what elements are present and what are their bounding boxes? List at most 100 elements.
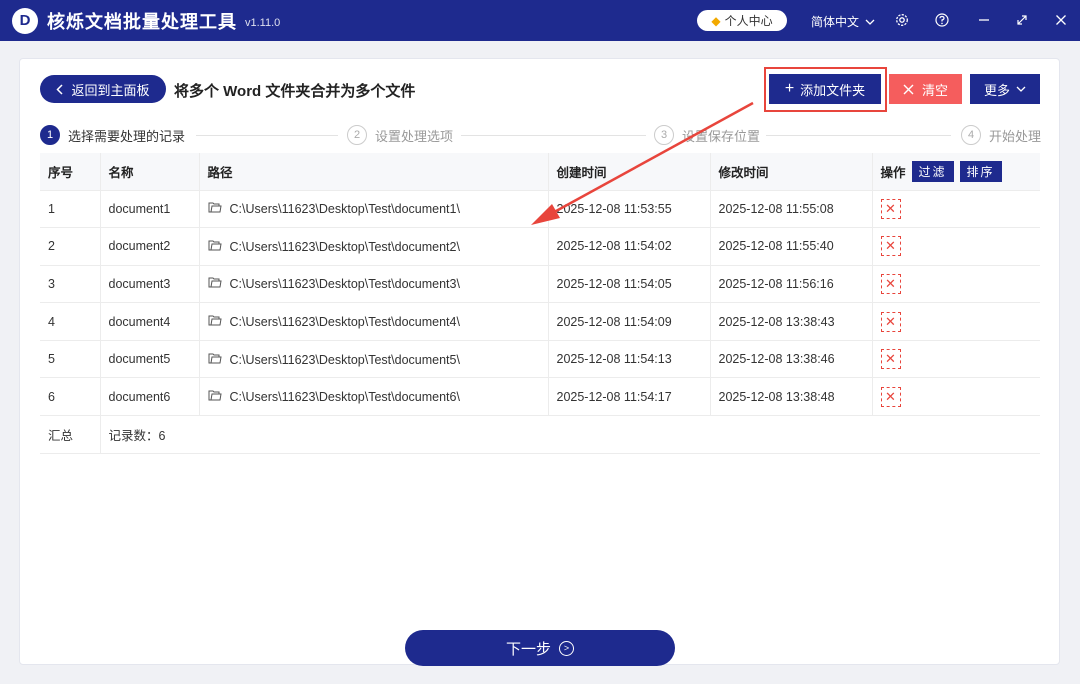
step-connector	[196, 135, 338, 136]
cell-name: document3	[100, 265, 200, 304]
cell-name: document5	[100, 340, 200, 379]
language-label: 简体中文	[811, 15, 860, 29]
delete-row-button[interactable]: ✕	[880, 236, 901, 257]
step-label: 选择需要处理的记录	[68, 128, 186, 144]
delete-row-button[interactable]: ✕	[880, 198, 901, 219]
chevron-left-icon	[56, 83, 64, 95]
folder-icon	[208, 201, 222, 216]
chevron-down-icon	[865, 19, 875, 25]
cell-modified: 2025-12-08 11:55:08	[710, 190, 873, 229]
cell-operation: ✕	[872, 377, 1040, 417]
cell-path: C:\Users\11623\Desktop\Test\document6\	[199, 377, 549, 417]
cell-path: C:\Users\11623\Desktop\Test\document5\	[199, 340, 549, 379]
app-title: 核烁文档批量处理工具	[47, 11, 237, 32]
cell-name: document1	[100, 190, 200, 229]
path-text: C:\Users\11623\Desktop\Test\document2\	[229, 239, 460, 254]
col-name-header: 名称	[100, 153, 200, 191]
step-connector	[461, 135, 646, 136]
user-center-button[interactable]: ◆ 个人中心	[697, 10, 787, 31]
table-row[interactable]: 1 document1 C:\Users\11623\Desktop\Test\do…	[40, 190, 1040, 229]
vip-diamond-icon: ◆	[711, 13, 721, 28]
cell-index: 4	[40, 302, 101, 341]
maximize-icon[interactable]	[1014, 12, 1030, 28]
delete-row-button[interactable]: ✕	[880, 349, 901, 370]
chevron-down-icon	[1016, 86, 1026, 92]
folder-icon	[208, 239, 222, 254]
title-bar: D 核烁文档批量处理工具 v1.11.0 ◆ 个人中心 简体中文	[0, 0, 1080, 41]
chevron-right-circle-icon: >	[559, 640, 574, 656]
table-row[interactable]: 3 document3 C:\Users\11623\Desktop\Test\do…	[40, 265, 1040, 304]
cell-operation: ✕	[872, 190, 1040, 229]
cell-path: C:\Users\11623\Desktop\Test\document3\	[199, 265, 549, 304]
close-icon[interactable]	[1053, 12, 1069, 28]
cell-index: 5	[40, 340, 101, 379]
summary-label: 汇总	[40, 415, 101, 454]
folder-icon	[208, 314, 222, 329]
cell-modified: 2025-12-08 11:55:40	[710, 227, 873, 266]
clear-label: 清空	[921, 82, 948, 98]
cell-index: 1	[40, 190, 101, 229]
cell-modified: 2025-12-08 13:38:48	[710, 377, 873, 417]
table-row[interactable]: 4 document4 C:\Users\11623\Desktop\Test\do…	[40, 302, 1040, 341]
cell-path: C:\Users\11623\Desktop\Test\document2\	[199, 227, 549, 266]
folder-icon	[208, 276, 222, 291]
step-label: 设置保存位置	[682, 128, 761, 144]
path-text: C:\Users\11623\Desktop\Test\document1\	[229, 202, 460, 217]
settings-gear-icon[interactable]	[894, 12, 910, 28]
cell-path: C:\Users\11623\Desktop\Test\document4\	[199, 302, 549, 341]
path-text: C:\Users\11623\Desktop\Test\document3\	[229, 277, 460, 292]
path-text: C:\Users\11623\Desktop\Test\document4\	[229, 315, 460, 330]
app-logo: D	[12, 7, 38, 34]
add-folder-button[interactable]: + 添加文件夹	[769, 74, 881, 104]
folder-icon	[208, 352, 222, 367]
cell-path: C:\Users\11623\Desktop\Test\document1\	[199, 190, 549, 229]
minimize-icon[interactable]	[976, 12, 992, 28]
delete-row-button[interactable]: ✕	[880, 311, 901, 332]
step-start-processing: 4 开始处理	[961, 125, 1041, 145]
help-icon[interactable]	[934, 12, 950, 28]
back-label: 返回到主面板	[71, 82, 150, 98]
table-row[interactable]: 5 document5 C:\Users\11623\Desktop\Test\do…	[40, 340, 1040, 379]
col-index-header: 序号	[40, 153, 101, 191]
step-connector	[766, 135, 951, 136]
more-dropdown-button[interactable]: 更多	[970, 74, 1040, 104]
step-number: 3	[654, 125, 674, 145]
user-center-label: 个人中心	[724, 14, 773, 28]
cell-operation: ✕	[872, 227, 1040, 266]
cell-modified: 2025-12-08 11:56:16	[710, 265, 873, 304]
table-row[interactable]: 2 document2 C:\Users\11623\Desktop\Test\do…	[40, 227, 1040, 266]
next-step-button[interactable]: 下一步 >	[405, 630, 675, 666]
more-label: 更多	[983, 82, 1010, 98]
delete-row-button[interactable]: ✕	[880, 273, 901, 294]
back-to-main-button[interactable]: 返回到主面板	[40, 75, 166, 103]
page-title: 将多个 Word 文件夹合并为多个文件	[174, 83, 416, 100]
cell-created: 2025-12-08 11:54:17	[548, 377, 711, 417]
x-icon	[903, 84, 914, 94]
step-processing-options: 2 设置处理选项	[347, 125, 453, 145]
summary-count: 记录数：6	[100, 415, 1040, 454]
delete-row-button[interactable]: ✕	[880, 386, 901, 407]
step-number: 2	[347, 125, 367, 145]
app-version: v1.11.0	[245, 16, 281, 29]
col-modified-header: 修改时间	[710, 153, 873, 191]
table-row[interactable]: 6 document6 C:\Users\11623\Desktop\Test\do…	[40, 377, 1040, 417]
clear-button[interactable]: 清空	[889, 74, 962, 104]
cell-created: 2025-12-08 11:54:13	[548, 340, 711, 379]
next-label: 下一步	[505, 640, 551, 658]
add-folder-label: 添加文件夹	[800, 82, 866, 98]
step-number: 1	[40, 125, 60, 145]
cell-operation: ✕	[872, 302, 1040, 341]
language-select[interactable]: 简体中文	[811, 13, 875, 30]
filter-button[interactable]: 过滤	[911, 160, 954, 182]
cell-index: 2	[40, 227, 101, 266]
step-select-records: 1 选择需要处理的记录	[40, 125, 185, 145]
step-number: 4	[961, 125, 981, 145]
summary-row: 汇总 记录数：6	[40, 415, 1040, 454]
cell-operation: ✕	[872, 340, 1040, 379]
step-label: 开始处理	[989, 128, 1042, 144]
sort-button[interactable]: 排序	[959, 160, 1002, 182]
table-header-row: 序号 名称 路径 创建时间 修改时间 操作 过滤 排序	[40, 153, 1040, 191]
step-label: 设置处理选项	[375, 128, 454, 144]
cell-created: 2025-12-08 11:53:55	[548, 190, 711, 229]
col-path-header: 路径	[199, 153, 549, 191]
